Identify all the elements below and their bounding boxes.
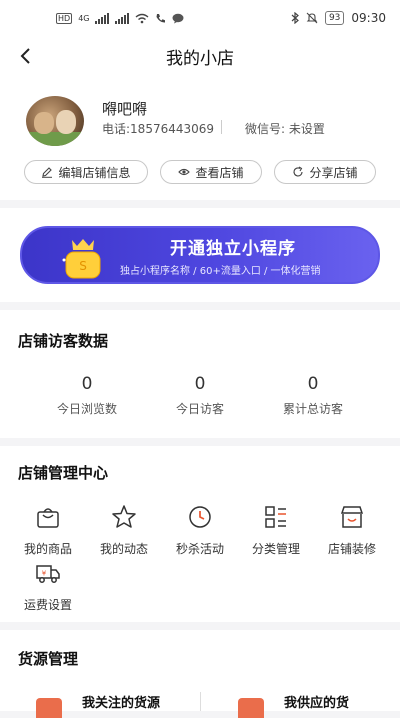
stat-today-views[interactable]: 0 今日浏览数 — [32, 374, 142, 417]
supply-item-label: 我供应的货 — [284, 696, 350, 711]
supply-followed-icon — [36, 698, 62, 718]
star-icon — [112, 505, 136, 528]
tool-flash-sale[interactable]: 秒杀活动 — [164, 504, 236, 557]
avatar[interactable] — [26, 96, 84, 146]
shop-name: 嘚吧嘚 — [102, 100, 148, 118]
nav-bar: 我的小店 — [0, 36, 400, 76]
edit-shop-label: 编辑店铺信息 — [58, 165, 131, 180]
management-title: 店铺管理中心 — [18, 464, 109, 482]
tool-label: 我的动态 — [99, 542, 148, 556]
back-button[interactable] — [12, 42, 38, 70]
tool-shipping-settings[interactable]: ¥ 运费设置 — [12, 560, 84, 613]
share-icon — [293, 166, 304, 177]
share-shop-button[interactable]: 分享店铺 — [274, 160, 376, 184]
stat-total-visitors[interactable]: 0 累计总访客 — [258, 374, 368, 417]
page-title: 我的小店 — [166, 48, 234, 69]
supply-item-followed[interactable]: 我关注的货源 — [0, 682, 200, 718]
chat-icon — [172, 13, 184, 23]
mute-bell-icon — [306, 12, 318, 24]
stat-label: 累计总访客 — [282, 402, 343, 416]
category-icon — [265, 506, 286, 528]
banner-title: 开通独立小程序 — [170, 239, 296, 259]
tool-label: 店铺装修 — [327, 542, 376, 556]
shop-phone: 电话:18576443069 — [102, 122, 215, 136]
supply-item-label: 我关注的货源 — [82, 696, 161, 711]
truck-icon: ¥ — [36, 565, 60, 583]
edit-shop-button[interactable]: 编辑店铺信息 — [24, 160, 148, 184]
wifi-icon — [136, 13, 149, 23]
phone-icon — [156, 13, 166, 23]
edit-icon — [42, 167, 53, 178]
stat-value: 0 — [194, 374, 206, 394]
hd-badge: HD — [56, 12, 73, 24]
tool-label: 我的商品 — [23, 542, 72, 556]
tool-label: 分类管理 — [251, 542, 300, 556]
supply-supplied-icon — [238, 698, 264, 718]
view-shop-label: 查看店铺 — [195, 165, 244, 180]
tool-label: 秒杀活动 — [175, 542, 224, 556]
tool-category-management[interactable]: 分类管理 — [240, 504, 312, 557]
signal-2-icon — [115, 12, 130, 24]
banner-subtitle: 独占小程序名称 / 60+流量入口 / 一体化营销 — [120, 266, 321, 277]
crown-bag-icon: S — [62, 239, 101, 279]
visitor-data-title: 店铺访客数据 — [18, 332, 109, 350]
shop-profile-card: 嘚吧嘚 电话:18576443069 微信号: 未设置 编辑店铺信息 查看店铺 … — [0, 76, 400, 200]
bluetooth-icon — [291, 12, 299, 24]
battery-indicator: 93 — [324, 11, 345, 25]
supply-management-section: 货源管理 我关注的货源 我供应的货 — [0, 630, 400, 718]
storefront-icon — [340, 506, 364, 528]
stat-label: 今日访客 — [175, 402, 224, 416]
banner-section: S 开通独立小程序 独占小程序名称 / 60+流量入口 / 一体化营销 — [0, 208, 400, 302]
shop-management-section: 店铺管理中心 我的商品 我的动态 秒杀活动 分类管理 店铺装修 ¥ 运费设置 — [0, 446, 400, 622]
tool-label: 运费设置 — [23, 598, 72, 612]
status-right: 93 09:30 — [291, 11, 386, 25]
view-shop-button[interactable]: 查看店铺 — [160, 160, 262, 184]
visitor-data-section: 店铺访客数据 0 今日浏览数 0 今日访客 0 累计总访客 — [0, 310, 400, 438]
shop-wechat: 微信号: 未设置 — [245, 122, 325, 136]
chevron-left-icon — [20, 48, 30, 64]
stat-today-visitors[interactable]: 0 今日访客 — [145, 374, 255, 417]
clock-icon — [189, 506, 211, 528]
mini-program-banner[interactable]: S 开通独立小程序 独占小程序名称 / 60+流量入口 / 一体化营销 — [20, 226, 380, 284]
eye-icon — [178, 168, 191, 176]
tool-shop-decoration[interactable]: 店铺装修 — [316, 504, 388, 557]
signal-icon — [95, 12, 110, 24]
share-shop-label: 分享店铺 — [309, 165, 358, 180]
supply-title: 货源管理 — [18, 650, 79, 668]
supply-item-supplied[interactable]: 我供应的货 — [200, 682, 400, 718]
stat-value: 0 — [81, 374, 93, 394]
status-left: HD 4G — [56, 12, 184, 24]
stat-value: 0 — [307, 374, 319, 394]
tool-my-posts[interactable]: 我的动态 — [88, 504, 160, 557]
tool-my-products[interactable]: 我的商品 — [12, 504, 84, 557]
shopping-bag-icon — [37, 508, 59, 528]
divider — [221, 120, 222, 134]
stat-label: 今日浏览数 — [56, 402, 117, 416]
network-label: 4G — [78, 13, 90, 23]
svg-text:S: S — [79, 259, 87, 273]
svg-text:¥: ¥ — [42, 570, 47, 578]
clock-time: 09:30 — [351, 11, 386, 25]
status-bar: HD 4G 93 09:30 — [0, 0, 400, 36]
